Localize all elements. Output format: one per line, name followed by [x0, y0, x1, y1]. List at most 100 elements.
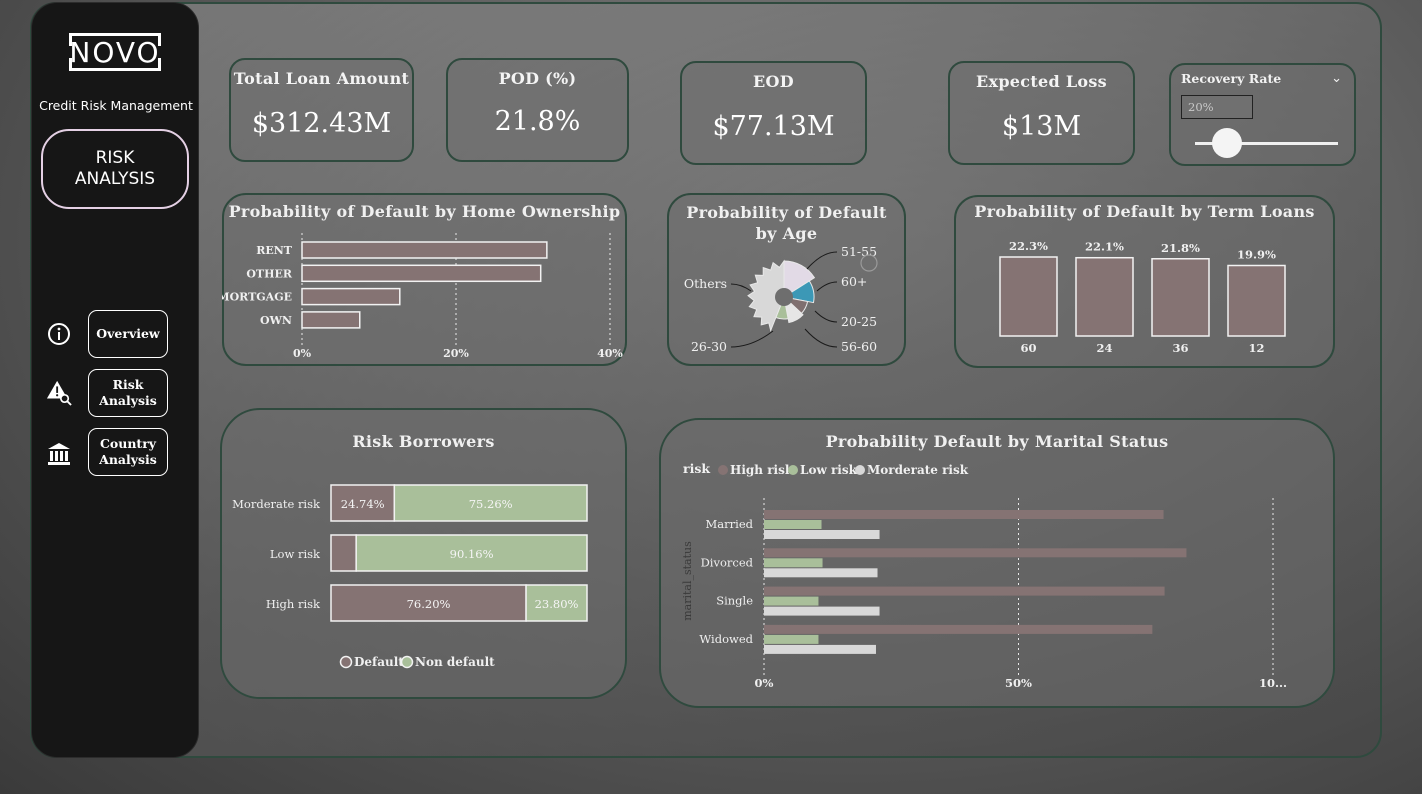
bar	[764, 586, 1165, 596]
category-label: 36	[1172, 341, 1188, 355]
kpi-title: Total Loan Amount	[233, 69, 410, 88]
age-chart[interactable]: Probability of Default by Age 51-55 60+ 20…	[667, 193, 906, 366]
bar	[1075, 256, 1134, 337]
x-tick-label: 40%	[597, 347, 623, 360]
leader-line	[730, 283, 752, 292]
category-label: OWN	[260, 314, 292, 327]
legend-label: Non default	[415, 655, 495, 669]
pie-label: 56-60	[841, 339, 877, 354]
x-tick-label: 0%	[755, 676, 774, 690]
pie-label: 26-30	[691, 339, 727, 354]
slicer-title: Recovery Rate	[1181, 71, 1282, 86]
warning-search-icon	[46, 379, 72, 406]
legend-label: Low risk	[800, 463, 858, 477]
data-label: 19.9%	[1237, 248, 1276, 262]
x-tick-label: 10...	[1259, 676, 1287, 690]
nav-overview-label: Overview	[96, 326, 160, 341]
bar	[764, 548, 1187, 558]
bar-segment	[330, 534, 357, 572]
bar	[1151, 258, 1210, 337]
page-title-line2: ANALYSIS	[74, 169, 156, 189]
kpi-expected-loss-card[interactable]: Expected Loss $13M	[948, 61, 1135, 165]
bar	[764, 606, 880, 616]
category-label: OTHER	[246, 267, 293, 280]
legend-marker	[339, 655, 353, 669]
category-label: MORTGAGE	[222, 291, 292, 304]
category-label: High risk	[266, 597, 321, 611]
recovery-rate-slicer[interactable]: Recovery Rate ⌄ 20%	[1169, 63, 1356, 166]
legend-label: Default	[354, 655, 404, 669]
novo-logo: NOVO	[69, 33, 161, 71]
category-label: 60	[1020, 341, 1036, 355]
pie-hole	[775, 288, 793, 306]
data-label: 76.20%	[407, 597, 451, 611]
legend-marker	[788, 465, 798, 475]
term-plot: 22.3% 60 22.1% 24 21.8% 36 19.9% 12	[999, 239, 1286, 355]
kpi-total-loan-card[interactable]: Total Loan Amount $312.43M	[229, 58, 414, 162]
bar	[999, 256, 1058, 337]
risk-borrowers-plot: Morderate risk 24.74% 75.26% Low risk 90.16%…	[232, 484, 588, 669]
x-tick-label: 20%	[443, 347, 469, 360]
bar	[764, 634, 819, 644]
marital-status-chart[interactable]: Probability Default by Marital Status ri…	[659, 418, 1335, 708]
kpi-value: 21.8%	[494, 106, 581, 137]
nav-overview-button[interactable]: Overview	[88, 310, 168, 358]
category-label: Married	[706, 517, 754, 531]
legend-marker	[400, 655, 414, 669]
bar	[301, 264, 542, 283]
legend-marker	[718, 465, 728, 475]
bank-icon	[46, 441, 72, 467]
data-label: 22.3%	[1009, 239, 1048, 253]
kpi-title: EOD	[753, 72, 794, 91]
leader-line	[806, 251, 838, 270]
category-label: 12	[1248, 341, 1264, 355]
data-label: 75.26%	[469, 497, 513, 511]
info-circle-icon	[46, 321, 72, 347]
y-axis-label: marital_status	[681, 541, 694, 621]
recovery-rate-input[interactable]: 20%	[1181, 95, 1253, 119]
leader-line	[814, 310, 838, 323]
page-title: RISK ANALYSIS	[41, 129, 189, 209]
risk-borrowers-chart[interactable]: Risk Borrowers Morderate risk 24.74% 75.26…	[220, 408, 627, 699]
kpi-title: POD (%)	[498, 69, 577, 88]
nav-risk-analysis-button[interactable]: Risk Analysis	[88, 369, 168, 417]
nav-country-analysis-button[interactable]: Country Analysis	[88, 428, 168, 476]
slider-thumb[interactable]	[1211, 128, 1242, 158]
category-label: Low risk	[270, 547, 321, 561]
kpi-value: $13M	[1001, 111, 1082, 142]
bar	[764, 596, 819, 606]
category-label: RENT	[256, 244, 293, 257]
data-label: 90.16%	[450, 547, 494, 561]
nav-risk-label-line2: Analysis	[99, 393, 157, 408]
data-label: 23.80%	[535, 597, 579, 611]
category-label: Widowed	[699, 632, 753, 646]
sidebar: NOVO Credit Risk Management RISK ANALYSI…	[31, 2, 199, 758]
kpi-pod-card[interactable]: POD (%) 21.8%	[446, 58, 629, 162]
kpi-value: $312.43M	[251, 108, 392, 139]
term-loans-chart[interactable]: Probability of Default by Term Loans 22.…	[954, 195, 1335, 368]
home-ownership-chart[interactable]: Probability of Default by Home Ownership…	[222, 193, 627, 366]
bar	[1227, 264, 1286, 337]
bar	[764, 644, 876, 654]
chevron-down-icon[interactable]: ⌄	[1331, 71, 1342, 86]
bar	[764, 558, 823, 568]
page-title-line1: RISK	[95, 148, 135, 168]
leader-line	[804, 328, 838, 348]
bar	[764, 624, 1153, 634]
pie-label: Others	[684, 276, 727, 291]
nav-risk-label-line1: Risk	[112, 377, 144, 392]
app-subtitle: Credit Risk Management	[39, 98, 193, 113]
age-plot: 51-55 60+ 20-25 56-60 26-30 Others	[684, 244, 878, 354]
kpi-title: Expected Loss	[975, 72, 1107, 91]
bar	[764, 520, 822, 529]
legend-label: Morderate risk	[867, 463, 969, 477]
category-label: 24	[1096, 341, 1112, 355]
nav-country-label-line2: Analysis	[99, 452, 157, 467]
bar	[301, 241, 548, 259]
kpi-eod-card[interactable]: EOD $77.13M	[680, 61, 867, 165]
data-label: 24.74%	[341, 497, 385, 511]
category-label: Divorced	[701, 555, 754, 569]
bar	[301, 287, 401, 306]
leader-line	[730, 330, 774, 348]
nav-country-label-line1: Country	[99, 436, 157, 451]
